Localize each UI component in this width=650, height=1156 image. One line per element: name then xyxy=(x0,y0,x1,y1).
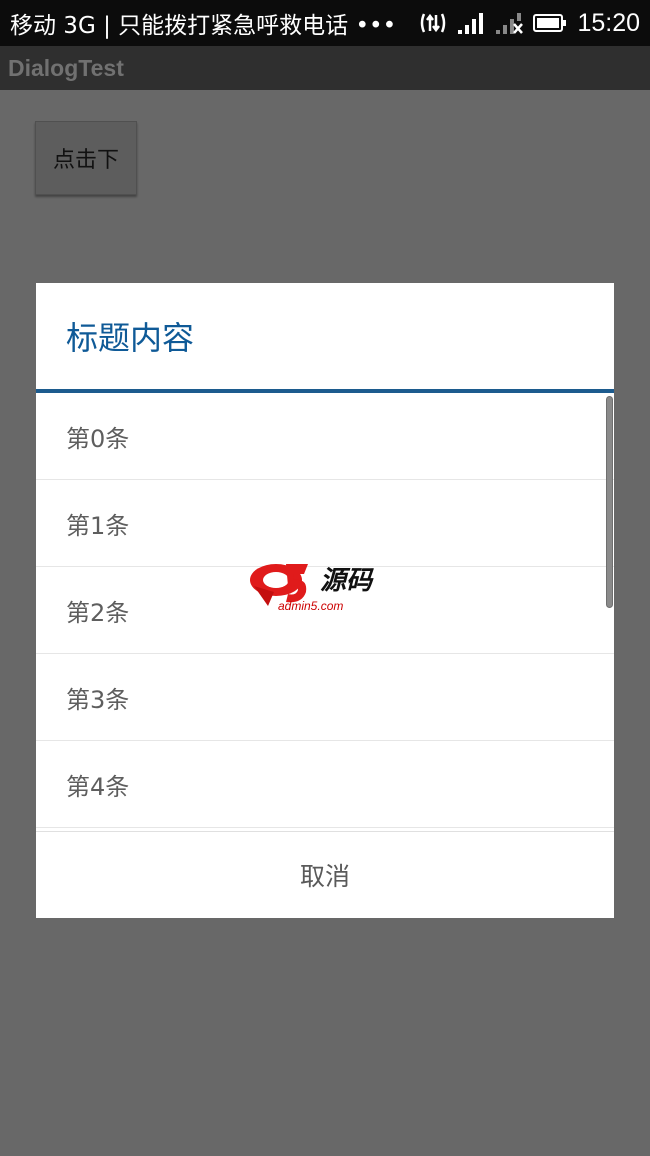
battery-icon xyxy=(533,12,567,34)
signal-icon xyxy=(457,11,485,35)
status-bar: 移动 3G | 只能拨打紧急呼救电话 ••• 15:20 xyxy=(0,0,650,46)
status-icons: 15:20 xyxy=(419,9,640,38)
list-item-1[interactable]: 第1条 xyxy=(36,480,614,567)
dialog-title: 标题内容 xyxy=(66,319,195,357)
clock: 15:20 xyxy=(577,8,640,37)
watermark-url: admin5.com xyxy=(278,599,343,613)
carrier-status-text: 移动 3G | 只能拨打紧急呼救电话 ••• xyxy=(10,13,397,39)
show-dialog-button[interactable]: 点击下 xyxy=(35,121,137,195)
list-item-0[interactable]: 第0条 xyxy=(36,393,614,480)
app-title: DialogTest xyxy=(8,54,124,81)
signal-no-sim-icon xyxy=(495,11,524,35)
action-bar: DialogTest xyxy=(0,46,650,90)
watermark-text: 源码 xyxy=(320,566,374,596)
list-item-4[interactable]: 第4条 xyxy=(36,741,614,828)
watermark-logo: 源码 admin5.com xyxy=(248,556,398,616)
list-item-3[interactable]: 第3条 xyxy=(36,654,614,741)
list-scrollbar[interactable] xyxy=(606,396,613,608)
data-transfer-icon xyxy=(419,11,447,35)
cancel-button[interactable]: 取消 xyxy=(36,831,614,918)
